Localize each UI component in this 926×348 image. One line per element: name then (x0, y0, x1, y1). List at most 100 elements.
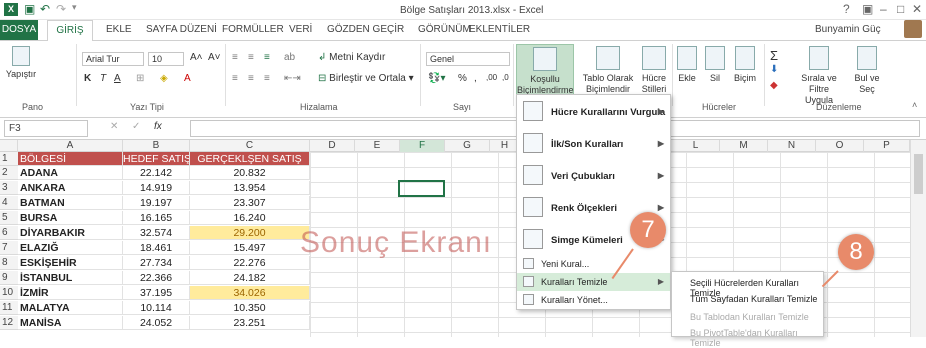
percent-icon[interactable]: % (458, 73, 467, 84)
menu-item-highlight-rules[interactable]: Hücre Kurallarını Vurgula ▶ (517, 99, 670, 125)
number-format-select[interactable]: Genel (426, 52, 510, 66)
row-header[interactable]: 12 (0, 316, 18, 330)
tab-review[interactable]: GÖZDEN GEÇİR (327, 24, 404, 35)
submenu-item-entire-sheet[interactable]: Tüm Sayfadan Kuralları Temizle (690, 294, 817, 304)
user-name[interactable]: Bunyamin Güç (815, 24, 881, 35)
cell-region[interactable]: BURSA (18, 211, 123, 225)
cell-actual[interactable]: 13.954 (190, 181, 310, 195)
col-header-f[interactable]: F (400, 140, 445, 152)
cell-target[interactable]: 10.114 (123, 301, 190, 315)
tab-home[interactable]: GİRİŞ (47, 20, 93, 41)
col-header-b[interactable]: B (123, 140, 190, 152)
align-bottom-icon[interactable]: ≡ (264, 52, 270, 63)
cell-region[interactable]: ESKİŞEHİR (18, 256, 123, 270)
cell-target[interactable]: 16.165 (123, 211, 190, 225)
format-button[interactable]: Biçim (730, 46, 760, 84)
row-header[interactable]: 2 (0, 166, 18, 180)
vertical-scrollbar[interactable] (910, 140, 926, 337)
insert-function-icon[interactable]: fx (154, 121, 162, 132)
maximize-button[interactable]: □ (897, 2, 904, 16)
cell-actual[interactable]: 24.182 (190, 271, 310, 285)
cell-region[interactable]: MANİSA (18, 316, 123, 330)
decrease-decimal-icon[interactable]: ,0 (502, 73, 509, 82)
enter-icon[interactable]: ✓ (132, 121, 140, 132)
orientation-icon[interactable]: ab (284, 52, 295, 63)
row-header[interactable]: 8 (0, 256, 18, 270)
redo-icon[interactable]: ↷ (56, 2, 66, 16)
cancel-icon[interactable]: ✕ (110, 121, 118, 132)
cell-region[interactable]: İZMİR (18, 286, 123, 300)
wrap-text-button[interactable]: ↲ Metni Kaydır (318, 52, 385, 63)
cell-region[interactable]: ADANA (18, 166, 123, 180)
clear-icon[interactable]: ◆ (770, 80, 778, 91)
scroll-thumb[interactable] (914, 154, 923, 194)
conditional-formatting-button[interactable]: Koşullu Biçimlendirme (516, 44, 574, 96)
cell-target[interactable]: 22.366 (123, 271, 190, 285)
insert-button[interactable]: Ekle (674, 46, 700, 84)
font-color-icon[interactable]: A (184, 73, 191, 84)
format-as-table-button[interactable]: Tablo Olarak Biçimlendir (580, 46, 636, 95)
cell-region[interactable]: DİYARBAKIR (18, 226, 123, 240)
cell-target[interactable]: 32.574 (123, 226, 190, 240)
col-header-a[interactable]: A (18, 140, 123, 152)
underline-button[interactable]: A (114, 73, 121, 84)
tab-insert[interactable]: EKLE (106, 24, 132, 35)
row-header[interactable]: 6 (0, 226, 18, 240)
col-header-m[interactable]: M (720, 140, 768, 152)
cell-actual[interactable]: 16.240 (190, 211, 310, 225)
cell-region[interactable]: MALATYA (18, 301, 123, 315)
menu-item-new-rule[interactable]: Yeni Kural... (517, 255, 670, 273)
save-icon[interactable]: ▣ (24, 2, 35, 16)
header-cell-region[interactable]: BÖLGESİ (18, 152, 123, 166)
cell-actual[interactable]: 29.200 (190, 226, 310, 240)
paste-button[interactable]: Yapıştır (4, 46, 38, 80)
indent-icon[interactable]: ⇤⇥ (284, 73, 301, 84)
minimize-button[interactable]: – (880, 2, 887, 16)
font-name-select[interactable]: Arial Tur (82, 52, 144, 66)
cell-target[interactable]: 14.919 (123, 181, 190, 195)
menu-item-clear-rules[interactable]: Kuralları Temizle ▶ (517, 273, 670, 291)
undo-icon[interactable]: ↶ (40, 2, 50, 16)
tab-data[interactable]: VERİ (289, 24, 312, 35)
cell-actual[interactable]: 23.251 (190, 316, 310, 330)
name-box[interactable]: F3 (4, 120, 88, 137)
menu-item-top-bottom[interactable]: İlk/Son Kuralları ▶ (517, 131, 670, 157)
font-size-select[interactable]: 10 (148, 52, 184, 66)
find-select-button[interactable]: Bul ve Seç (850, 46, 884, 95)
header-cell-target[interactable]: HEDEF SATIŞ (123, 152, 190, 166)
header-cell-actual[interactable]: GERÇEKLŞEN SATIŞ (190, 152, 310, 166)
col-header-o[interactable]: O (816, 140, 864, 152)
cell-target[interactable]: 18.461 (123, 241, 190, 255)
comma-style-icon[interactable]: , (474, 73, 477, 84)
sort-filter-button[interactable]: Sırala ve Filtre Uygula (792, 46, 846, 106)
delete-button[interactable]: Sil (702, 46, 728, 84)
increase-decimal-icon[interactable]: ,00 (486, 73, 497, 82)
shrink-font-icon[interactable]: A˅ (208, 52, 221, 63)
col-header-d[interactable]: D (310, 140, 355, 152)
row-header[interactable]: 10 (0, 286, 18, 300)
selected-cell-f3[interactable] (398, 180, 445, 197)
cell-actual[interactable]: 34.026 (190, 286, 310, 300)
cell-actual[interactable]: 23.307 (190, 196, 310, 210)
cell-actual[interactable]: 20.832 (190, 166, 310, 180)
tab-addins[interactable]: EKLENTİLER (469, 24, 530, 35)
qat-customize-icon[interactable]: ▾ (72, 2, 77, 13)
cell-target[interactable]: 24.052 (123, 316, 190, 330)
col-header-e[interactable]: E (355, 140, 400, 152)
tab-formulas[interactable]: FORMÜLLER (222, 24, 284, 35)
close-button[interactable]: ✕ (912, 2, 922, 16)
cell-target[interactable]: 37.195 (123, 286, 190, 300)
italic-button[interactable]: T (100, 73, 106, 84)
select-all-corner[interactable] (0, 140, 18, 152)
cell-actual[interactable]: 10.350 (190, 301, 310, 315)
cell-styles-button[interactable]: Hücre Stilleri (636, 46, 672, 95)
cell-region[interactable]: ELAZIĞ (18, 241, 123, 255)
col-header-g[interactable]: G (445, 140, 490, 152)
tab-view[interactable]: GÖRÜNÜM (418, 24, 471, 35)
merge-center-button[interactable]: ⊟ Birleştir ve Ortala ▾ (318, 73, 414, 84)
cell-region[interactable]: ANKARA (18, 181, 123, 195)
row-header[interactable]: 5 (0, 211, 18, 225)
col-header-p[interactable]: P (864, 140, 910, 152)
cell-target[interactable]: 19.197 (123, 196, 190, 210)
tab-page-layout[interactable]: SAYFA DÜZENİ (146, 24, 217, 35)
